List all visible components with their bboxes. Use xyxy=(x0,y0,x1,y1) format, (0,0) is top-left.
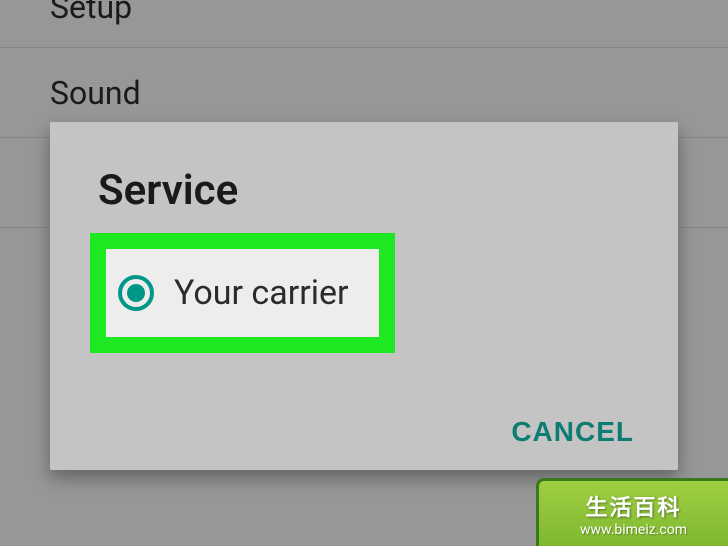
modal-overlay: Service Your carrier CANCEL xyxy=(0,0,728,546)
dialog-actions: CANCEL xyxy=(511,416,634,448)
watermark-title: 生活百科 xyxy=(585,490,681,522)
highlight-box: Your carrier xyxy=(90,233,395,353)
cancel-button[interactable]: CANCEL xyxy=(511,416,634,448)
dialog-title: Service xyxy=(50,122,678,233)
radio-label: Your carrier xyxy=(174,273,349,313)
radio-option-carrier[interactable]: Your carrier xyxy=(106,249,379,337)
watermark-url: www.bimeiz.com xyxy=(580,522,687,538)
watermark: 生活百科 www.bimeiz.com xyxy=(536,478,728,546)
radio-selected-icon xyxy=(118,275,154,311)
service-dialog: Service Your carrier CANCEL xyxy=(50,122,678,470)
